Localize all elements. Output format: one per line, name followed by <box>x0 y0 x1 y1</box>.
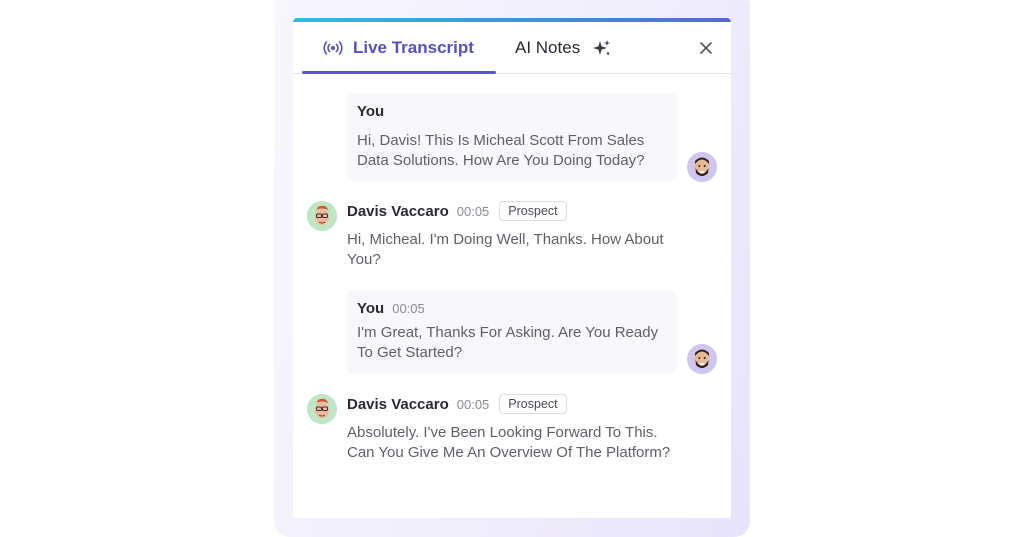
avatar-davis-vaccaro <box>307 201 337 231</box>
tab-bar: Live Transcript AI Notes <box>293 22 731 74</box>
message-header: Davis Vaccaro 00:05 Prospect <box>347 394 687 414</box>
message-prospect: Davis Vaccaro 00:05 Prospect Hi, Micheal… <box>347 201 687 270</box>
speaker-name: You <box>357 300 385 317</box>
role-badge: Prospect <box>499 394 567 414</box>
speaker-name: You <box>357 103 385 120</box>
message-text: Hi, Micheal. I'm Doing Well, Thanks. How… <box>347 231 664 268</box>
message-text: I'm Great, Thanks For Asking. Are You Re… <box>357 324 659 361</box>
tab-label: Live Transcript <box>353 37 474 57</box>
tab-label: AI Notes <box>515 37 581 57</box>
message-text: Hi, Davis! This Is Micheal Scott From Sa… <box>357 132 645 169</box>
timestamp: 00:05 <box>392 301 425 316</box>
active-tab-indicator <box>302 71 496 74</box>
role-badge: Prospect <box>499 201 567 221</box>
broadcast-icon <box>323 40 343 55</box>
message-you: You 00:05 I'm Great, Thanks For Asking. … <box>346 290 677 374</box>
speaker-name: Davis Vaccaro <box>347 395 449 413</box>
message-text: Absolutely. I've Been Looking Forward To… <box>347 424 671 461</box>
tab-ai-notes[interactable]: AI Notes <box>515 22 611 73</box>
message-you: You Hi, Davis! This Is Micheal Scott Fro… <box>346 93 677 181</box>
timestamp: 00:05 <box>456 396 490 412</box>
speaker-name: Davis Vaccaro <box>347 202 449 220</box>
close-icon[interactable] <box>697 39 715 57</box>
transcript-panel: Live Transcript AI Notes You Hi, Davis! … <box>293 18 731 518</box>
timestamp: 00:05 <box>456 203 490 219</box>
message-header: Davis Vaccaro 00:05 Prospect <box>347 201 687 221</box>
sparkle-icon <box>593 39 611 55</box>
message-prospect: Davis Vaccaro 00:05 Prospect Absolutely.… <box>347 394 687 463</box>
avatar-davis-vaccaro <box>307 394 337 424</box>
message-header: You 00:05 <box>357 300 666 317</box>
avatar-you <box>687 344 717 374</box>
message-header: You <box>357 103 666 120</box>
avatar-you <box>687 152 717 182</box>
tab-live-transcript[interactable]: Live Transcript <box>302 22 496 74</box>
